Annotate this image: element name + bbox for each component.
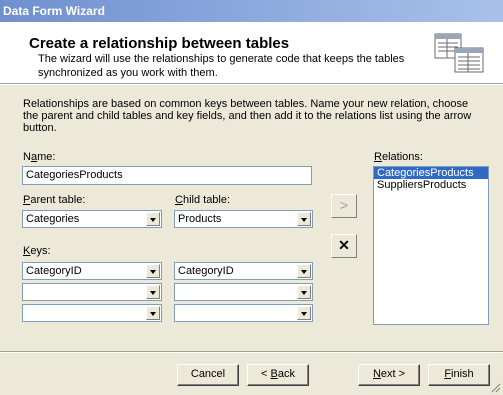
chevron-down-icon[interactable]: [146, 264, 160, 278]
finish-button[interactable]: Finish: [428, 364, 490, 386]
table-relationship-icon: [434, 33, 484, 73]
window-title-bar[interactable]: Data Form Wizard: [0, 0, 503, 22]
page-description: The wizard will use the relationships to…: [38, 53, 405, 79]
list-item[interactable]: CategoriesProducts: [374, 167, 488, 179]
close-icon: ✕: [338, 237, 350, 253]
relations-list[interactable]: CategoriesProducts SuppliersProducts: [373, 166, 489, 325]
parent-key-select-1[interactable]: CategoryID: [22, 262, 162, 280]
parent-key-select-3[interactable]: [22, 304, 162, 322]
chevron-down-icon[interactable]: [297, 212, 311, 226]
page-title: Create a relationship between tables: [29, 35, 290, 52]
name-label: Name:: [23, 151, 56, 163]
parent-table-label: Parent table:: [23, 194, 86, 206]
child-key-select-3[interactable]: [174, 304, 313, 322]
list-item[interactable]: SuppliersProducts: [374, 179, 488, 191]
child-table-label: Child table:: [175, 194, 231, 206]
chevron-down-icon[interactable]: [146, 306, 160, 320]
wizard-header: Create a relationship between tables The…: [0, 22, 503, 83]
window-title: Data Form Wizard: [3, 4, 105, 18]
keys-label: Keys:: [23, 245, 51, 257]
parent-key-select-2[interactable]: [22, 283, 162, 301]
add-relation-button[interactable]: >: [331, 194, 357, 218]
parent-table-select[interactable]: Categories: [22, 210, 162, 228]
child-key-select-1[interactable]: CategoryID: [174, 262, 313, 280]
chevron-down-icon[interactable]: [146, 285, 160, 299]
child-table-select[interactable]: Products: [174, 210, 313, 228]
child-key-select-2[interactable]: [174, 283, 313, 301]
back-button[interactable]: < Back: [247, 364, 309, 386]
name-input[interactable]: CategoriesProducts: [22, 166, 312, 185]
wizard-footer: Cancel < Back Next > Finish: [0, 353, 503, 395]
cancel-button[interactable]: Cancel: [177, 364, 239, 386]
delete-relation-button[interactable]: ✕: [331, 234, 357, 258]
chevron-down-icon[interactable]: [297, 306, 311, 320]
next-button[interactable]: Next >: [358, 364, 420, 386]
relations-label: Relations:: [374, 151, 423, 163]
chevron-down-icon[interactable]: [297, 264, 311, 278]
chevron-down-icon[interactable]: [297, 285, 311, 299]
chevron-down-icon[interactable]: [146, 212, 160, 226]
wizard-body: Relationships are based on common keys b…: [0, 85, 503, 351]
resize-grip-icon[interactable]: [491, 383, 501, 393]
intro-text: Relationships are based on common keys b…: [23, 98, 472, 134]
